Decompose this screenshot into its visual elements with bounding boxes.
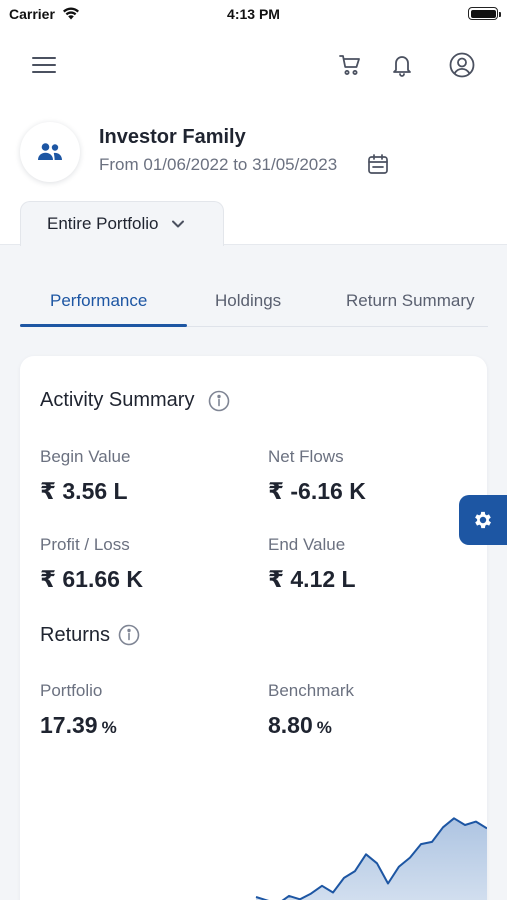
battery-icon	[468, 7, 501, 20]
info-icon[interactable]	[118, 624, 140, 646]
begin-value-label: Begin Value	[40, 447, 131, 466]
end-value: ₹ 4.12 L	[268, 566, 356, 592]
profit-loss-label: Profit / Loss	[40, 535, 130, 554]
returns-title: Returns	[40, 624, 111, 646]
tab-holdings[interactable]: Holdings	[215, 291, 281, 311]
begin-value: ₹ 3.56 L	[40, 478, 128, 504]
activity-summary-title: Activity Summary	[40, 389, 195, 411]
status-bar: Carrier 4:13 PM	[0, 0, 507, 28]
date-range: From 01/06/2022 to 31/05/2023	[99, 155, 338, 174]
end-value-label: End Value	[268, 535, 346, 554]
calendar-icon[interactable]	[366, 152, 390, 176]
user-icon[interactable]	[444, 47, 480, 83]
net-flows-label: Net Flows	[268, 447, 344, 466]
view-tabs: Performance Holdings Return Summary	[20, 281, 488, 327]
chevron-down-icon	[171, 219, 185, 229]
portfolio-selector-label: Entire Portfolio	[47, 214, 159, 233]
bell-icon[interactable]	[384, 47, 420, 83]
portfolio-return-label: Portfolio	[40, 681, 103, 700]
performance-card: Activity Summary Begin Value ₹ 3.56 L Ne…	[20, 356, 487, 900]
avatar[interactable]	[20, 122, 80, 182]
performance-chart	[255, 817, 487, 900]
active-tab-indicator	[20, 324, 187, 327]
clock-label: 4:13 PM	[227, 6, 280, 22]
menu-icon[interactable]	[26, 47, 62, 83]
net-flows-value: ₹ -6.16 K	[268, 478, 366, 504]
profit-loss-value: ₹ 61.66 K	[40, 566, 143, 592]
tab-performance[interactable]: Performance	[50, 291, 147, 311]
family-icon	[37, 142, 63, 162]
top-bar	[0, 44, 507, 88]
investor-name: Investor Family	[99, 126, 246, 148]
settings-button[interactable]	[459, 495, 507, 545]
benchmark-return-label: Benchmark	[268, 681, 354, 700]
cart-icon[interactable]	[332, 47, 368, 83]
investor-header: Investor Family From 01/06/2022 to 31/05…	[20, 122, 490, 184]
info-icon[interactable]	[208, 390, 230, 412]
tab-return-summary[interactable]: Return Summary	[346, 291, 474, 311]
gear-icon	[472, 509, 494, 531]
app-screen: Carrier 4:13 PM Investor Family From 01/…	[0, 0, 507, 900]
portfolio-selector[interactable]: Entire Portfolio	[20, 201, 224, 246]
